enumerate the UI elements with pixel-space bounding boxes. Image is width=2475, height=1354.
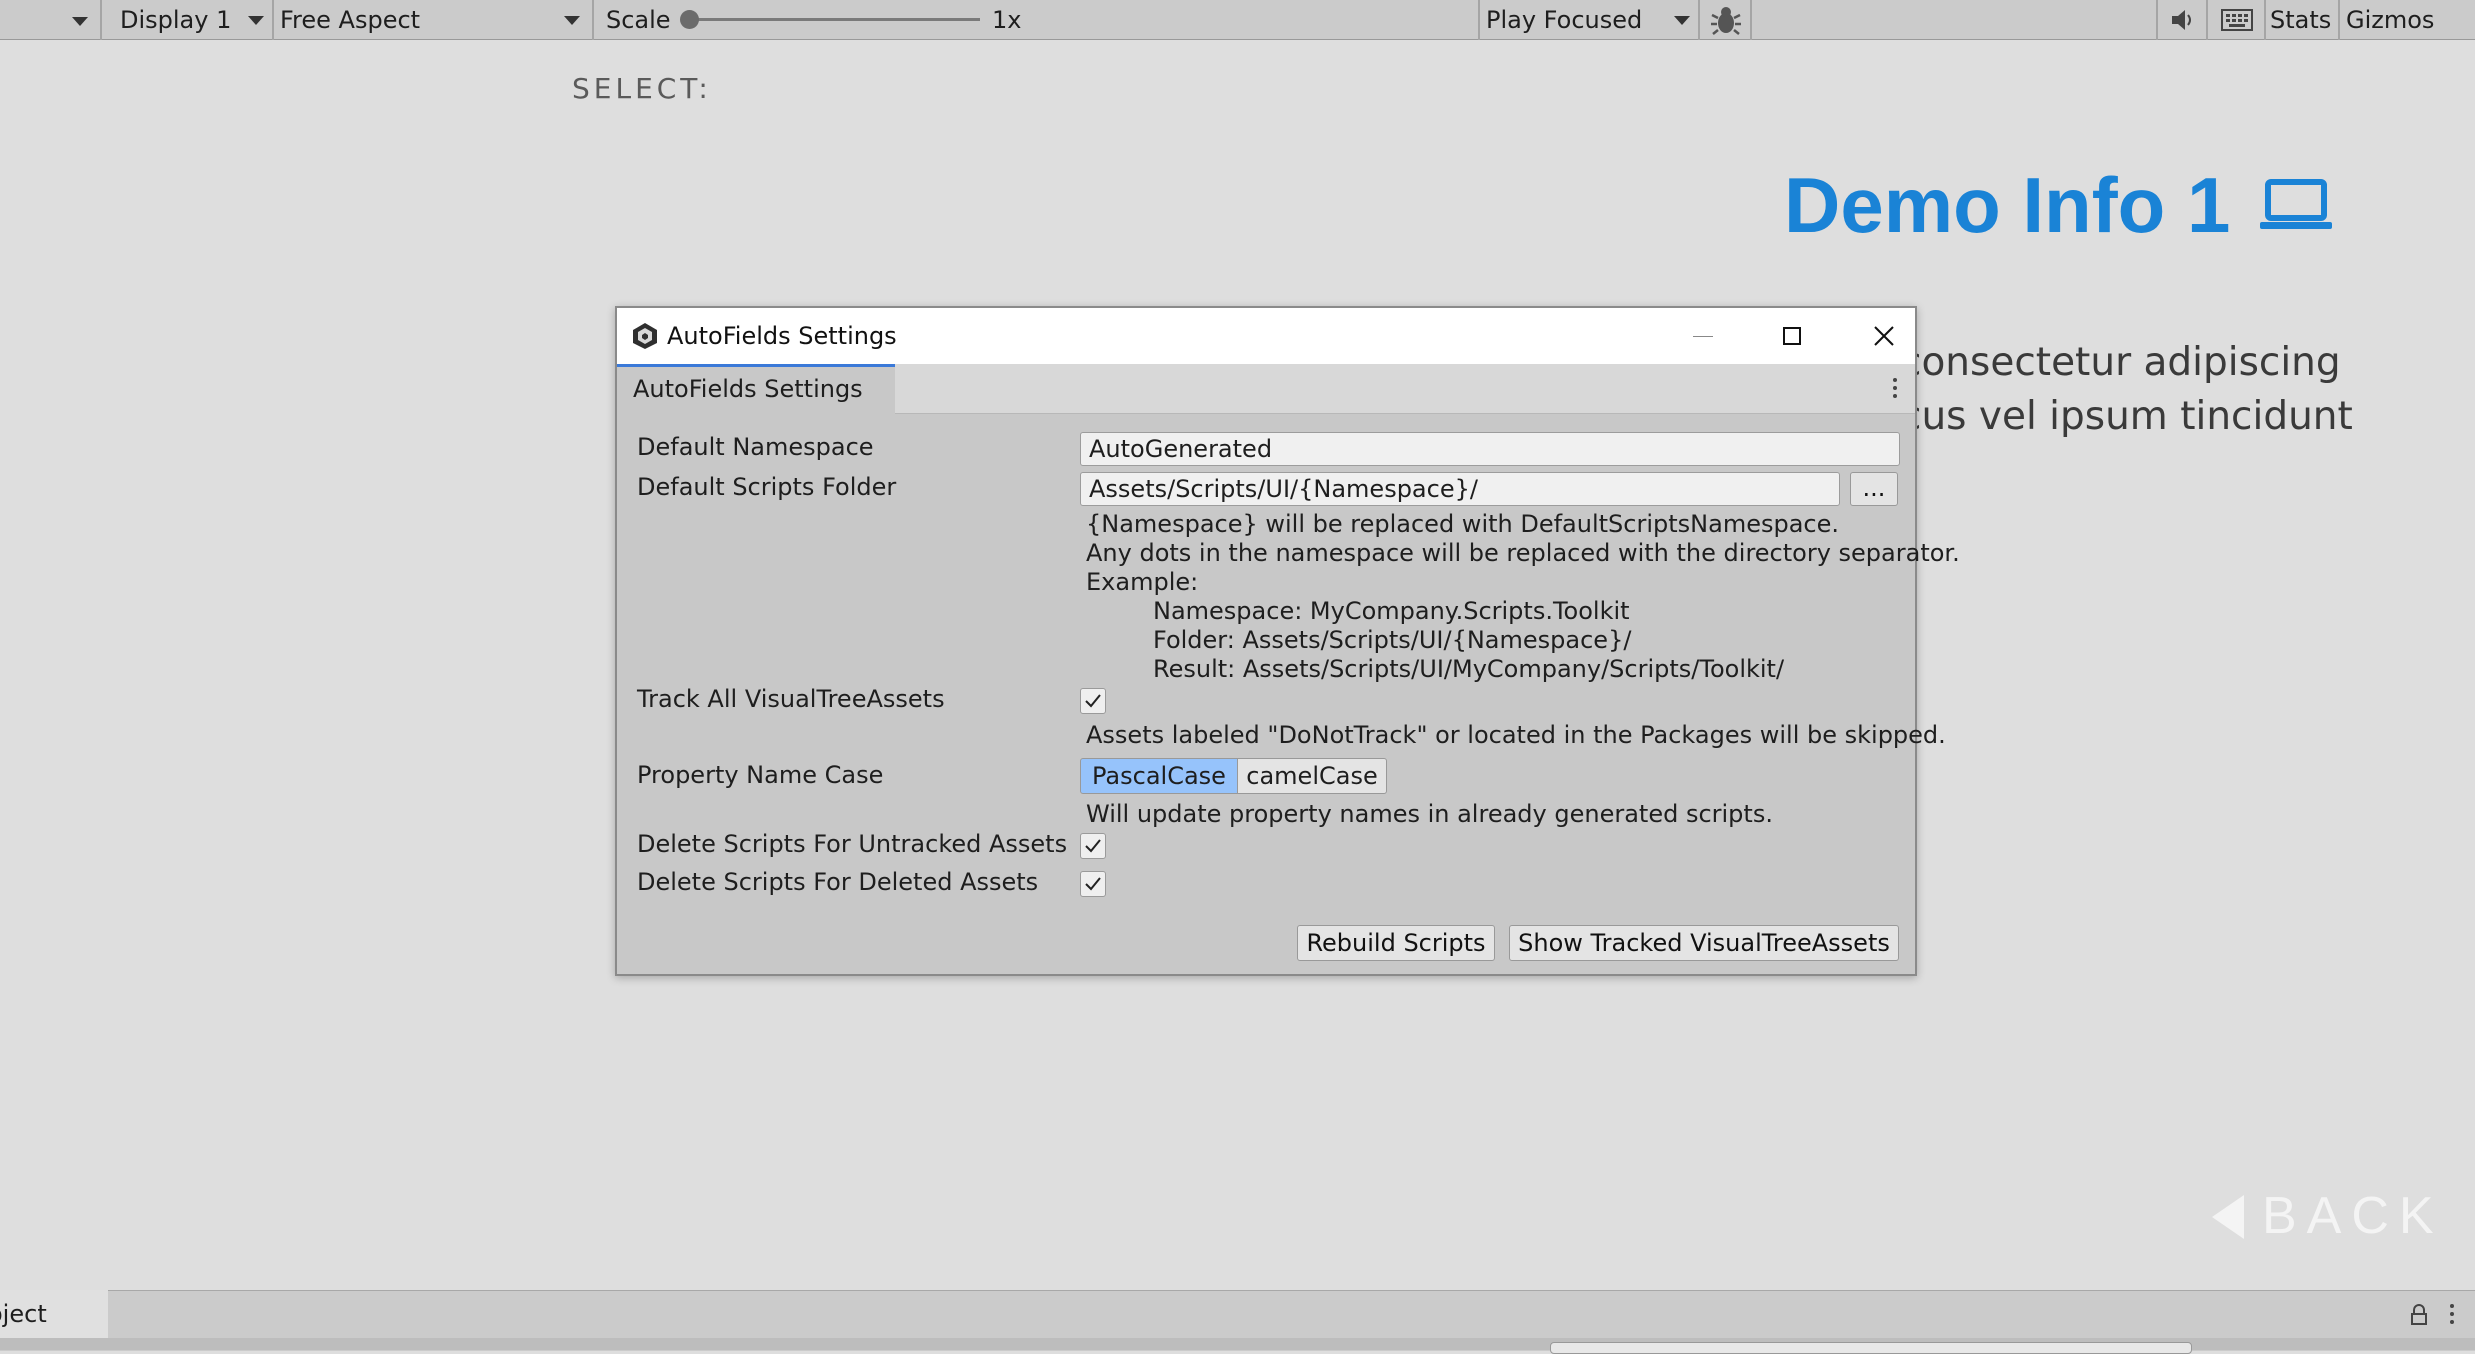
kebab-menu-icon[interactable] <box>1893 378 1897 402</box>
delete-untracked-label: Delete Scripts For Untracked Assets <box>637 830 1068 858</box>
chevron-down-icon <box>564 16 580 25</box>
view-dropdown-arrow[interactable] <box>72 0 100 40</box>
back-button[interactable]: BACK <box>2262 1186 2444 1246</box>
chevron-down-icon <box>1674 16 1690 25</box>
rebuild-scripts-button[interactable]: Rebuild Scripts <box>1297 925 1495 961</box>
toolbar-divider <box>2206 0 2208 40</box>
browse-folder-button[interactable]: ... <box>1850 472 1898 506</box>
delete-deleted-checkbox[interactable] <box>1080 871 1106 897</box>
close-button[interactable] <box>1839 308 1929 364</box>
delete-untracked-checkbox[interactable] <box>1080 833 1106 859</box>
checkmark-icon <box>1085 839 1101 853</box>
autofields-settings-window: AutoFields Settings AutoFields Settings … <box>615 306 1960 976</box>
toolbar-divider <box>2156 0 2158 40</box>
toolbar-divider <box>272 0 274 40</box>
bug-icon[interactable] <box>1702 0 1750 40</box>
track-all-help-text: Assets labeled "DoNotTrack" or located i… <box>1086 721 1946 749</box>
chevron-down-icon <box>72 16 88 26</box>
default-scripts-folder-label: Default Scripts Folder <box>637 473 897 501</box>
delete-deleted-label: Delete Scripts For Deleted Assets <box>637 868 1039 896</box>
body-text-line: consectetur adipiscing <box>1900 340 2341 385</box>
folder-help-example: Namespace: MyCompany.Scripts.Toolkit <box>1153 597 1630 625</box>
play-mode-label: Play Focused <box>1486 6 1643 34</box>
camelcase-option[interactable]: camelCase <box>1237 758 1387 794</box>
scale-value: 1x <box>992 6 1022 34</box>
window-titlebar[interactable]: AutoFields Settings <box>617 308 1915 364</box>
keyboard-icon[interactable] <box>2212 0 2262 40</box>
kebab-menu-icon[interactable] <box>2450 1304 2454 1324</box>
default-namespace-field[interactable]: AutoGenerated <box>1080 432 1900 466</box>
aspect-dropdown[interactable]: Free Aspect <box>276 0 590 40</box>
pascalcase-option[interactable]: PascalCase <box>1080 758 1238 794</box>
toolbar-divider <box>1478 0 1480 40</box>
gizmos-button[interactable]: Gizmos <box>2346 0 2434 40</box>
toolbar-divider <box>2338 0 2340 40</box>
track-all-checkbox[interactable] <box>1080 688 1106 714</box>
mute-audio-icon[interactable] <box>2162 0 2204 40</box>
scale-label: Scale <box>606 6 671 34</box>
default-scripts-folder-field[interactable]: Assets/Scripts/UI/{Namespace}/ <box>1080 472 1840 506</box>
default-namespace-label: Default Namespace <box>637 433 874 461</box>
maximize-button[interactable] <box>1747 308 1837 364</box>
toolbar-divider <box>1698 0 1700 40</box>
demo-title: Demo Info 1 <box>1784 161 2231 249</box>
play-mode-dropdown[interactable]: Play Focused <box>1482 0 1698 40</box>
folder-help-example: Result: Assets/Scripts/UI/MyCompany/Scri… <box>1153 655 1785 683</box>
scale-slider-handle[interactable] <box>680 10 699 29</box>
chevron-down-icon <box>248 16 264 25</box>
toolbar-divider <box>100 0 102 40</box>
folder-help-text: {Namespace} will be replaced with Defaul… <box>1086 510 1839 538</box>
show-tracked-button[interactable]: Show Tracked VisualTreeAssets <box>1509 925 1899 961</box>
laptop-icon <box>2260 178 2332 238</box>
body-text-line: cus vel ipsum tincidunt <box>1900 394 2353 439</box>
property-name-case-label: Property Name Case <box>637 761 884 789</box>
tab-autofields-settings[interactable]: AutoFields Settings <box>617 364 895 414</box>
select-label: SELECT: <box>572 72 712 105</box>
lock-icon[interactable] <box>2410 1304 2428 1330</box>
checkmark-icon <box>1085 877 1101 891</box>
toolbar-divider <box>1750 0 1752 40</box>
folder-help-example: Folder: Assets/Scripts/UI/{Namespace}/ <box>1153 626 1632 654</box>
folder-help-text: Any dots in the namespace will be replac… <box>1086 539 1960 567</box>
folder-help-text: Example: <box>1086 568 1199 596</box>
game-view-toolbar: Display 1 Free Aspect Scale 1x Play Focu… <box>0 0 2475 40</box>
maximize-icon <box>1783 327 1801 345</box>
window-title: AutoFields Settings <box>667 322 897 350</box>
aspect-label: Free Aspect <box>280 6 421 34</box>
close-icon <box>1874 326 1894 346</box>
minimize-icon <box>1693 336 1713 337</box>
tab-project-label: oject <box>0 1300 47 1328</box>
display-dropdown[interactable]: Display 1 <box>104 0 272 40</box>
window-tab-bar: AutoFields Settings <box>617 364 1915 414</box>
scale-slider-track[interactable] <box>690 18 980 21</box>
toolbar-divider <box>592 0 594 40</box>
search-field[interactable] <box>1550 1342 2192 1354</box>
track-all-label: Track All VisualTreeAssets <box>637 685 945 713</box>
stats-button[interactable]: Stats <box>2270 0 2331 40</box>
property-case-help-text: Will update property names in already ge… <box>1086 800 1773 828</box>
tab-project[interactable]: oject <box>0 1290 108 1338</box>
unity-logo-icon <box>631 322 659 354</box>
toolbar-divider <box>2264 0 2266 40</box>
back-arrow-icon[interactable] <box>2212 1195 2244 1239</box>
display-label: Display 1 <box>120 6 232 34</box>
checkmark-icon <box>1085 694 1101 708</box>
minimize-button[interactable] <box>1657 308 1747 364</box>
